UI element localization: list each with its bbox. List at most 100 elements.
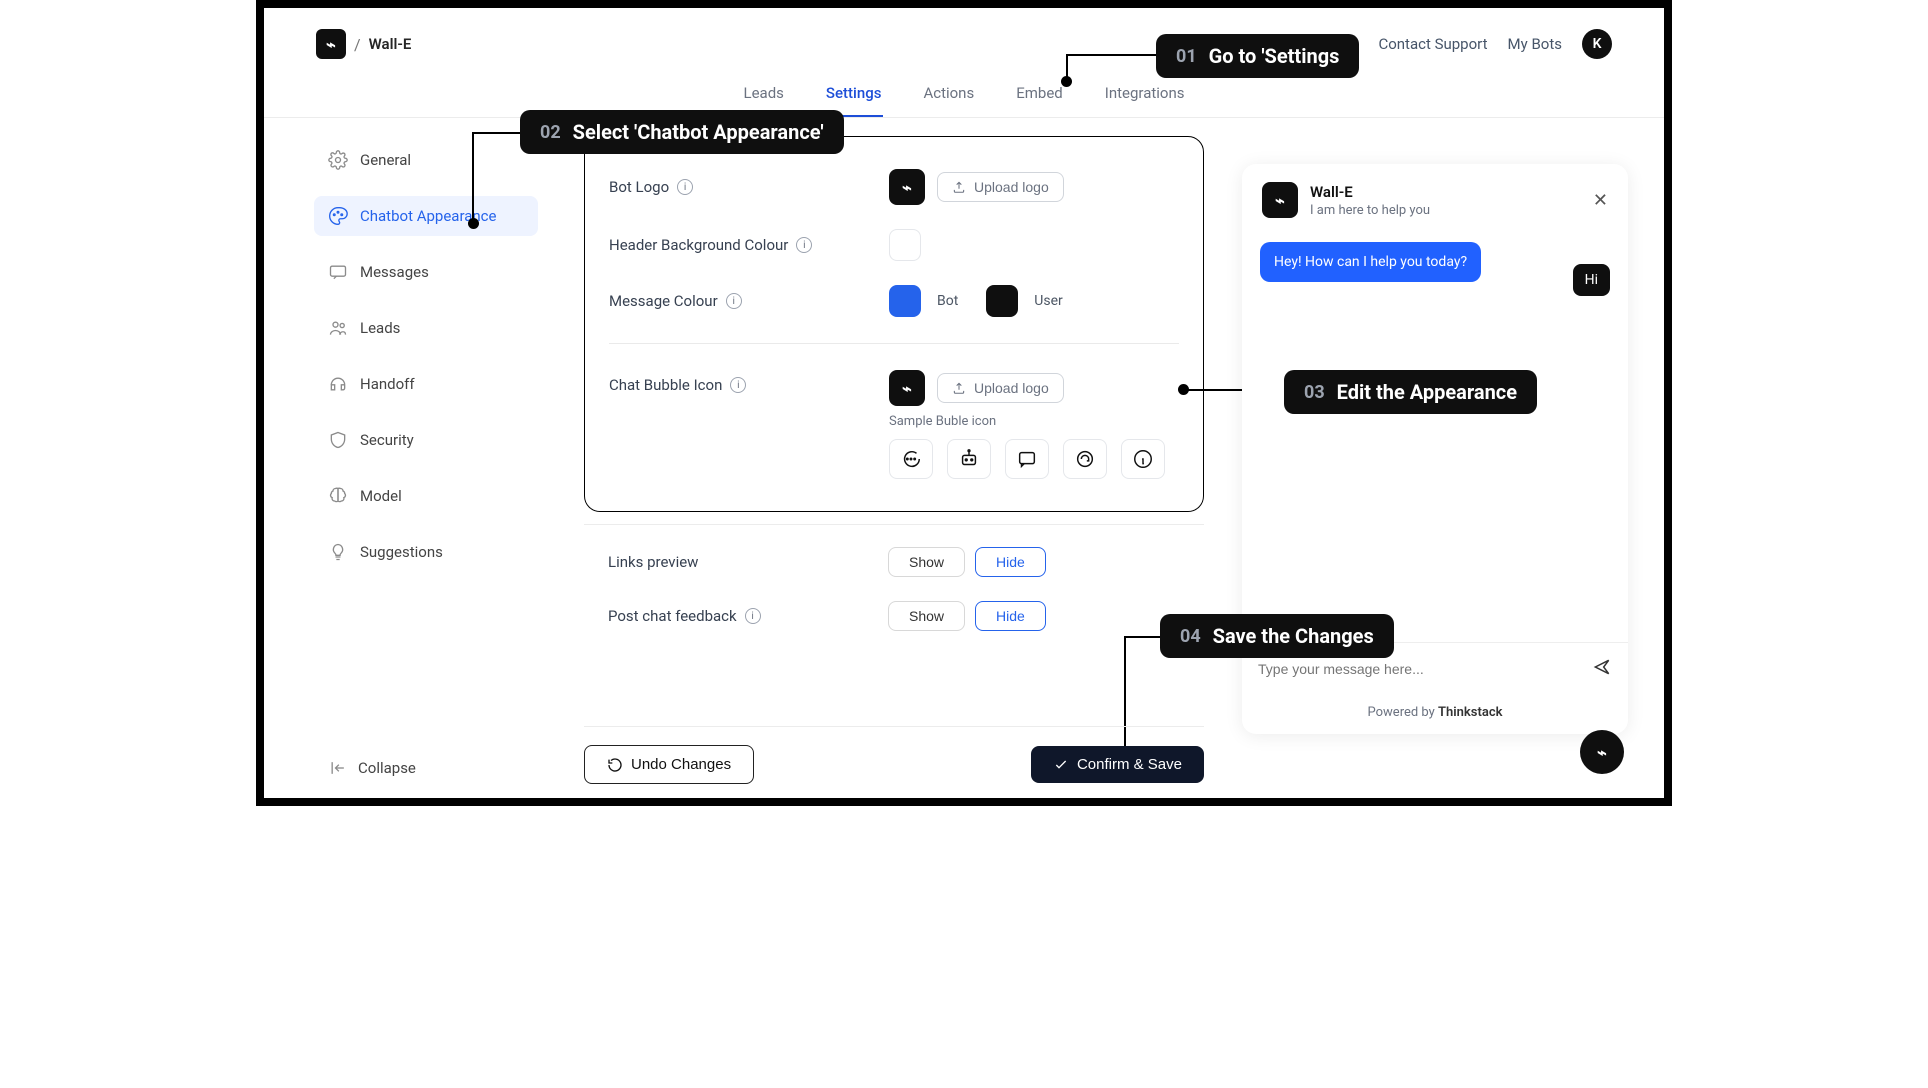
my-bots-link[interactable]: My Bots bbox=[1508, 35, 1562, 53]
upload-label: Upload logo bbox=[974, 179, 1049, 195]
callout-num: 04 bbox=[1180, 626, 1201, 647]
callout-num: 01 bbox=[1176, 46, 1197, 67]
info-icon[interactable]: i bbox=[730, 377, 746, 393]
breadcrumb-sep: / bbox=[354, 35, 361, 54]
divider bbox=[609, 343, 1179, 344]
callout-02: 02 Select 'Chatbot Appearance' bbox=[520, 110, 844, 154]
connector-line bbox=[472, 132, 522, 134]
callout-text: Save the Changes bbox=[1213, 624, 1374, 648]
upload-icon bbox=[952, 180, 966, 194]
confirm-save-button[interactable]: Confirm & Save bbox=[1031, 746, 1204, 783]
undo-label: Undo Changes bbox=[631, 756, 731, 773]
sidebar-item-label: Security bbox=[360, 431, 414, 449]
sample-icon-info[interactable] bbox=[1121, 439, 1165, 479]
users-icon bbox=[328, 318, 348, 338]
connector-line bbox=[472, 132, 474, 222]
collapse-icon bbox=[328, 758, 348, 778]
upload-icon bbox=[952, 381, 966, 395]
sample-icon-square-chat[interactable] bbox=[1005, 439, 1049, 479]
preview-bot-logo: ⌁ bbox=[1262, 182, 1298, 218]
tab-actions[interactable]: Actions bbox=[921, 78, 976, 117]
check-icon bbox=[1053, 757, 1069, 773]
info-icon[interactable]: i bbox=[677, 179, 693, 195]
bot-swatch-label: Bot bbox=[937, 293, 958, 309]
info-icon[interactable]: i bbox=[796, 237, 812, 253]
breadcrumb-bot-name[interactable]: Wall-E bbox=[369, 35, 412, 53]
close-icon[interactable]: ✕ bbox=[1593, 190, 1608, 211]
bulb-icon bbox=[328, 542, 348, 562]
sidebar-item-leads[interactable]: Leads bbox=[314, 308, 538, 348]
user-avatar[interactable]: K bbox=[1582, 29, 1612, 59]
message-colour-label: Message Colour bbox=[609, 292, 718, 310]
header-bg-label: Header Background Colour bbox=[609, 236, 788, 254]
sidebar-item-security[interactable]: Security bbox=[314, 420, 538, 460]
app-logo[interactable]: ⌁ bbox=[316, 29, 346, 59]
sidebar-item-label: Handoff bbox=[360, 375, 415, 393]
links-preview-show[interactable]: Show bbox=[888, 547, 965, 577]
callout-01: 01 Go to 'Settings bbox=[1156, 34, 1359, 78]
preview-message-input[interactable] bbox=[1258, 661, 1582, 677]
sidebar-collapse[interactable]: Collapse bbox=[314, 758, 556, 778]
sample-icon-support[interactable] bbox=[1063, 439, 1107, 479]
sidebar-item-label: Messages bbox=[360, 263, 429, 281]
links-preview-label: Links preview bbox=[608, 553, 698, 571]
sidebar-item-label: Suggestions bbox=[360, 543, 443, 561]
links-preview-hide[interactable]: Hide bbox=[975, 547, 1046, 577]
confirm-label: Confirm & Save bbox=[1077, 756, 1182, 773]
undo-changes-button[interactable]: Undo Changes bbox=[584, 745, 754, 784]
tab-integrations[interactable]: Integrations bbox=[1103, 78, 1187, 117]
preview-bot-bubble: Hey! How can I help you today? bbox=[1260, 242, 1481, 282]
bubble-icon-preview: ⌁ bbox=[889, 370, 925, 406]
preview-subtitle: I am here to help you bbox=[1310, 203, 1430, 218]
sample-bubble-label: Sample Buble icon bbox=[889, 414, 1165, 429]
sidebar-collapse-label: Collapse bbox=[358, 759, 416, 777]
sidebar-item-label: General bbox=[360, 151, 411, 169]
callout-text: Edit the Appearance bbox=[1337, 380, 1517, 404]
user-colour-swatch[interactable] bbox=[986, 285, 1018, 317]
action-bar: Undo Changes Confirm & Save bbox=[584, 726, 1204, 784]
settings-sidebar: General Chatbot Appearance Messages Lead… bbox=[264, 118, 556, 798]
upload-bot-logo-button[interactable]: Upload logo bbox=[937, 172, 1064, 202]
sidebar-item-handoff[interactable]: Handoff bbox=[314, 364, 538, 404]
appearance-panel: Bot Logoi ⌁ Upload logo Header Backgroun… bbox=[584, 136, 1204, 512]
main-tabs: Leads Settings Actions Embed Integration… bbox=[264, 78, 1664, 118]
sidebar-item-general[interactable]: General bbox=[314, 140, 538, 180]
bot-colour-swatch[interactable] bbox=[889, 285, 921, 317]
sidebar-item-label: Model bbox=[360, 487, 402, 505]
lower-settings: Links preview Show Hide Post chat feedba… bbox=[584, 524, 1204, 643]
contact-support-link[interactable]: Contact Support bbox=[1378, 35, 1487, 53]
gear-icon bbox=[328, 150, 348, 170]
sidebar-item-messages[interactable]: Messages bbox=[314, 252, 538, 292]
chat-launcher-fab[interactable]: ⌁ bbox=[1580, 730, 1624, 774]
post-chat-show[interactable]: Show bbox=[888, 601, 965, 631]
tab-embed[interactable]: Embed bbox=[1014, 78, 1065, 117]
user-swatch-label: User bbox=[1034, 293, 1062, 309]
preview-title: Wall-E bbox=[1310, 183, 1430, 201]
sample-icon-chat-dots[interactable] bbox=[889, 439, 933, 479]
sidebar-item-label: Leads bbox=[360, 319, 400, 337]
palette-icon bbox=[328, 206, 348, 226]
sidebar-item-chatbot-appearance[interactable]: Chatbot Appearance bbox=[314, 196, 538, 236]
info-icon[interactable]: i bbox=[726, 293, 742, 309]
header-bg-swatch[interactable] bbox=[889, 229, 921, 261]
callout-num: 02 bbox=[540, 122, 561, 143]
upload-label: Upload logo bbox=[974, 380, 1049, 396]
top-bar: ⌁ / Wall-E Contact Support My Bots K bbox=[264, 8, 1664, 66]
bot-logo-preview: ⌁ bbox=[889, 169, 925, 205]
shield-icon bbox=[328, 430, 348, 450]
sidebar-item-model[interactable]: Model bbox=[314, 476, 538, 516]
sample-icon-robot[interactable] bbox=[947, 439, 991, 479]
send-icon[interactable] bbox=[1592, 657, 1612, 681]
callout-num: 03 bbox=[1304, 382, 1325, 403]
connector-line bbox=[1066, 54, 1068, 80]
chat-bubble-icon-label: Chat Bubble Icon bbox=[609, 376, 722, 394]
callout-03: 03 Edit the Appearance bbox=[1284, 370, 1537, 414]
callout-text: Go to 'Settings bbox=[1209, 44, 1340, 68]
upload-bubble-icon-button[interactable]: Upload logo bbox=[937, 373, 1064, 403]
headset-icon bbox=[328, 374, 348, 394]
preview-user-bubble: Hi bbox=[1573, 264, 1610, 296]
preview-powered-by: Powered by Thinkstack bbox=[1242, 695, 1628, 734]
sidebar-item-suggestions[interactable]: Suggestions bbox=[314, 532, 538, 572]
info-icon[interactable]: i bbox=[745, 608, 761, 624]
post-chat-hide[interactable]: Hide bbox=[975, 601, 1046, 631]
